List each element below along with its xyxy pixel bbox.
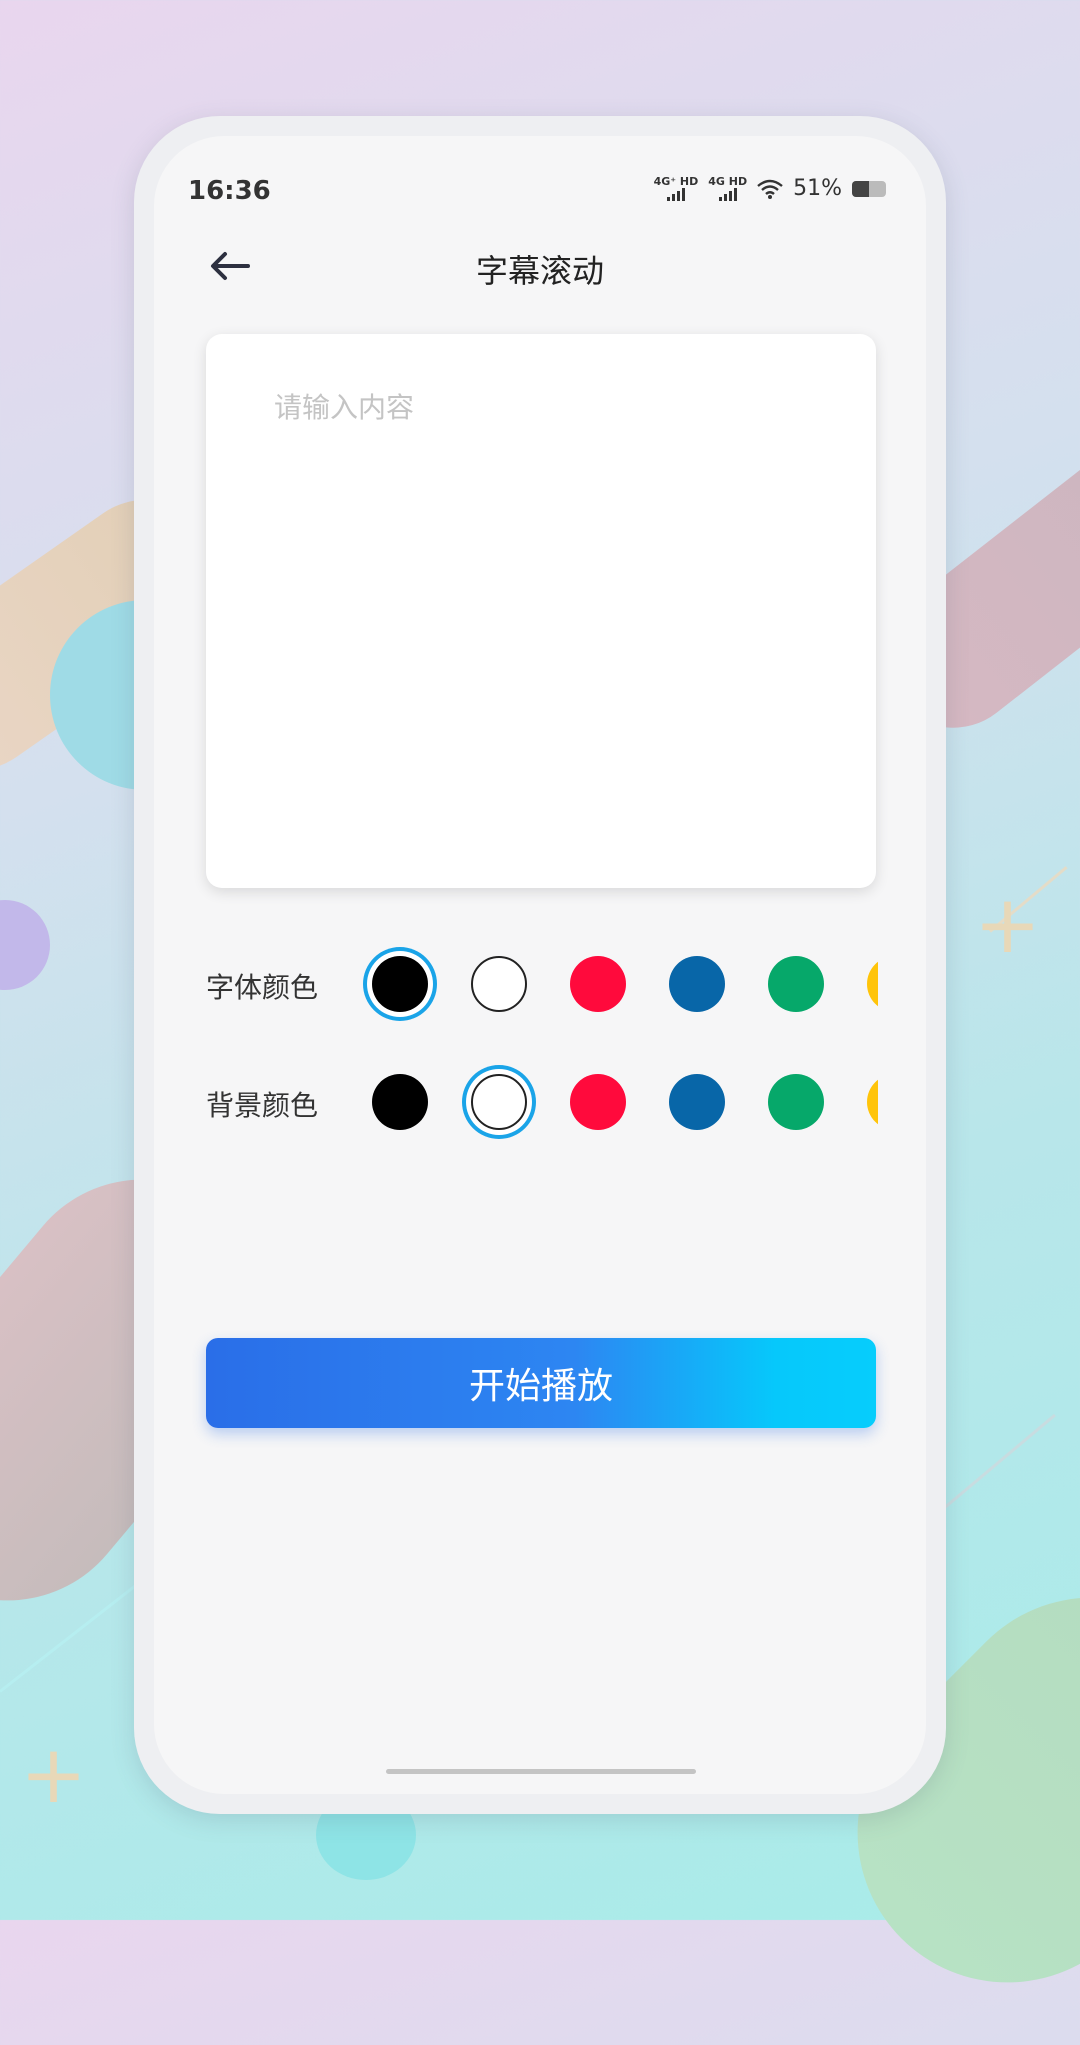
battery-icon — [852, 180, 886, 197]
background-color-swatches — [360, 1062, 878, 1142]
page-title: 字幕滚动 — [475, 252, 604, 290]
network-type-label: 4G HD — [708, 175, 748, 188]
background-color-swatch[interactable] — [669, 1074, 725, 1130]
font-color-swatch[interactable] — [372, 956, 428, 1012]
network-type-label: 4G⁺ HD — [653, 175, 699, 188]
background-color-label: 背景颜色 — [206, 1089, 319, 1122]
start-play-button[interactable]: 开始播放 — [206, 1338, 876, 1428]
background-color-row: 背景颜色 — [206, 1062, 886, 1142]
home-indicator[interactable] — [386, 1769, 696, 1774]
background-color-swatch[interactable] — [867, 1074, 878, 1130]
phone-frame: 16:36 4G⁺ HD 4G HD 51% 字幕滚动 请输入内容 字体颜色 背… — [134, 116, 946, 1814]
background-color-swatch[interactable] — [768, 1074, 824, 1130]
signal-icon: 4G⁺ HD — [653, 175, 699, 201]
font-color-swatches — [360, 944, 878, 1024]
battery-percent: 51% — [793, 176, 842, 201]
font-color-row: 字体颜色 — [206, 944, 886, 1024]
status-bar-indicators: 4G⁺ HD 4G HD 51% — [654, 176, 886, 201]
background-color-swatch[interactable] — [570, 1074, 626, 1130]
font-color-swatch[interactable] — [669, 956, 725, 1012]
background-color-swatch[interactable] — [372, 1074, 428, 1130]
background-color-swatch[interactable] — [471, 1074, 527, 1130]
content-input-card — [206, 334, 876, 888]
background-decoration — [939, 1413, 1056, 1513]
status-time: 16:36 — [188, 176, 271, 206]
plus-decoration-icon: + — [20, 1728, 88, 1821]
plus-decoration-icon: + — [974, 878, 1042, 971]
content-input[interactable] — [206, 334, 876, 888]
font-color-label: 字体颜色 — [206, 971, 319, 1004]
font-color-swatch[interactable] — [570, 956, 626, 1012]
app-screen: 16:36 4G⁺ HD 4G HD 51% 字幕滚动 请输入内容 字体颜色 背… — [154, 136, 926, 1794]
font-color-swatch[interactable] — [867, 956, 878, 1012]
wifi-icon — [757, 179, 783, 199]
font-color-swatch[interactable] — [768, 956, 824, 1012]
font-color-swatch[interactable] — [471, 956, 527, 1012]
background-decoration — [0, 900, 50, 990]
signal-icon: 4G HD — [708, 176, 747, 201]
